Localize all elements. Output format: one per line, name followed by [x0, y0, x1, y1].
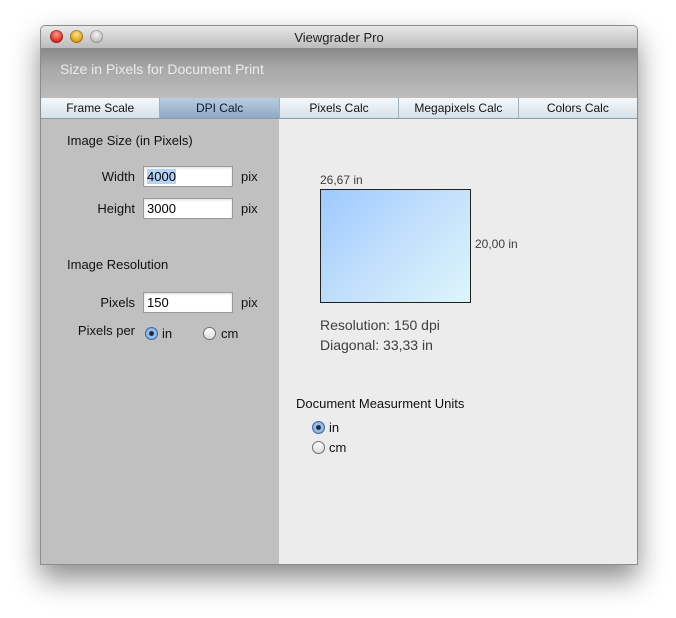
document-width-readout: 26,67 in [320, 173, 363, 187]
tab-dpi-calc[interactable]: DPI Calc [160, 98, 280, 118]
pixels-per-cm-radio[interactable] [203, 327, 216, 340]
document-units-heading: Document Measurment Units [296, 396, 465, 411]
tab-pixels-calc[interactable]: Pixels Calc [279, 98, 400, 118]
pixels-per-in-label[interactable]: in [162, 326, 172, 341]
resolution-readout: Resolution: 150 dpi [320, 317, 440, 333]
pixels-per-cm-label[interactable]: cm [221, 326, 238, 341]
image-resolution-heading: Image Resolution [67, 257, 169, 272]
banner-title: Size in Pixels for Document Print [60, 61, 264, 77]
tab-colors-calc[interactable]: Colors Calc [518, 98, 637, 118]
tab-bar: Frame Scale DPI Calc Pixels Calc Megapix… [41, 98, 637, 119]
diagonal-readout: Diagonal: 33,33 in [320, 337, 433, 353]
title-bar[interactable]: Viewgrader Pro [41, 26, 637, 49]
document-units-in-label[interactable]: in [329, 420, 339, 435]
pixels-per-in-radio[interactable] [145, 327, 158, 340]
document-preview-rect [320, 189, 471, 303]
width-input[interactable]: 4000 [143, 166, 233, 187]
image-size-heading: Image Size (in Pixels) [67, 133, 193, 148]
width-unit: pix [241, 169, 258, 184]
width-label: Width [101, 169, 135, 184]
height-label: Height [97, 201, 135, 216]
document-height-readout: 20,00 in [475, 237, 518, 251]
pixels-input[interactable]: 150 [143, 292, 233, 313]
tab-frame-scale[interactable]: Frame Scale [41, 98, 161, 118]
height-input-value: 3000 [147, 201, 176, 216]
height-unit: pix [241, 201, 258, 216]
pixels-label: Pixels [100, 295, 135, 310]
width-input-value: 4000 [147, 169, 176, 184]
tab-megapixels-calc[interactable]: Megapixels Calc [399, 98, 519, 118]
document-units-cm-radio[interactable] [312, 441, 325, 454]
pixels-input-value: 150 [147, 295, 169, 310]
pixels-per-label: Pixels per [77, 323, 135, 338]
window-title: Viewgrader Pro [294, 30, 384, 45]
app-window: Viewgrader Pro Size in Pixels for Docume… [40, 25, 638, 565]
height-input[interactable]: 3000 [143, 198, 233, 219]
document-units-cm-label[interactable]: cm [329, 440, 346, 455]
header-banner: Size in Pixels for Document Print [41, 49, 637, 98]
document-units-in-radio[interactable] [312, 421, 325, 434]
preview-panel: 26,67 in 20,00 in Resolution: 150 dpi Di… [279, 119, 637, 564]
pixels-unit: pix [241, 295, 258, 310]
input-panel: Image Size (in Pixels) Width 4000 pix He… [41, 119, 279, 564]
